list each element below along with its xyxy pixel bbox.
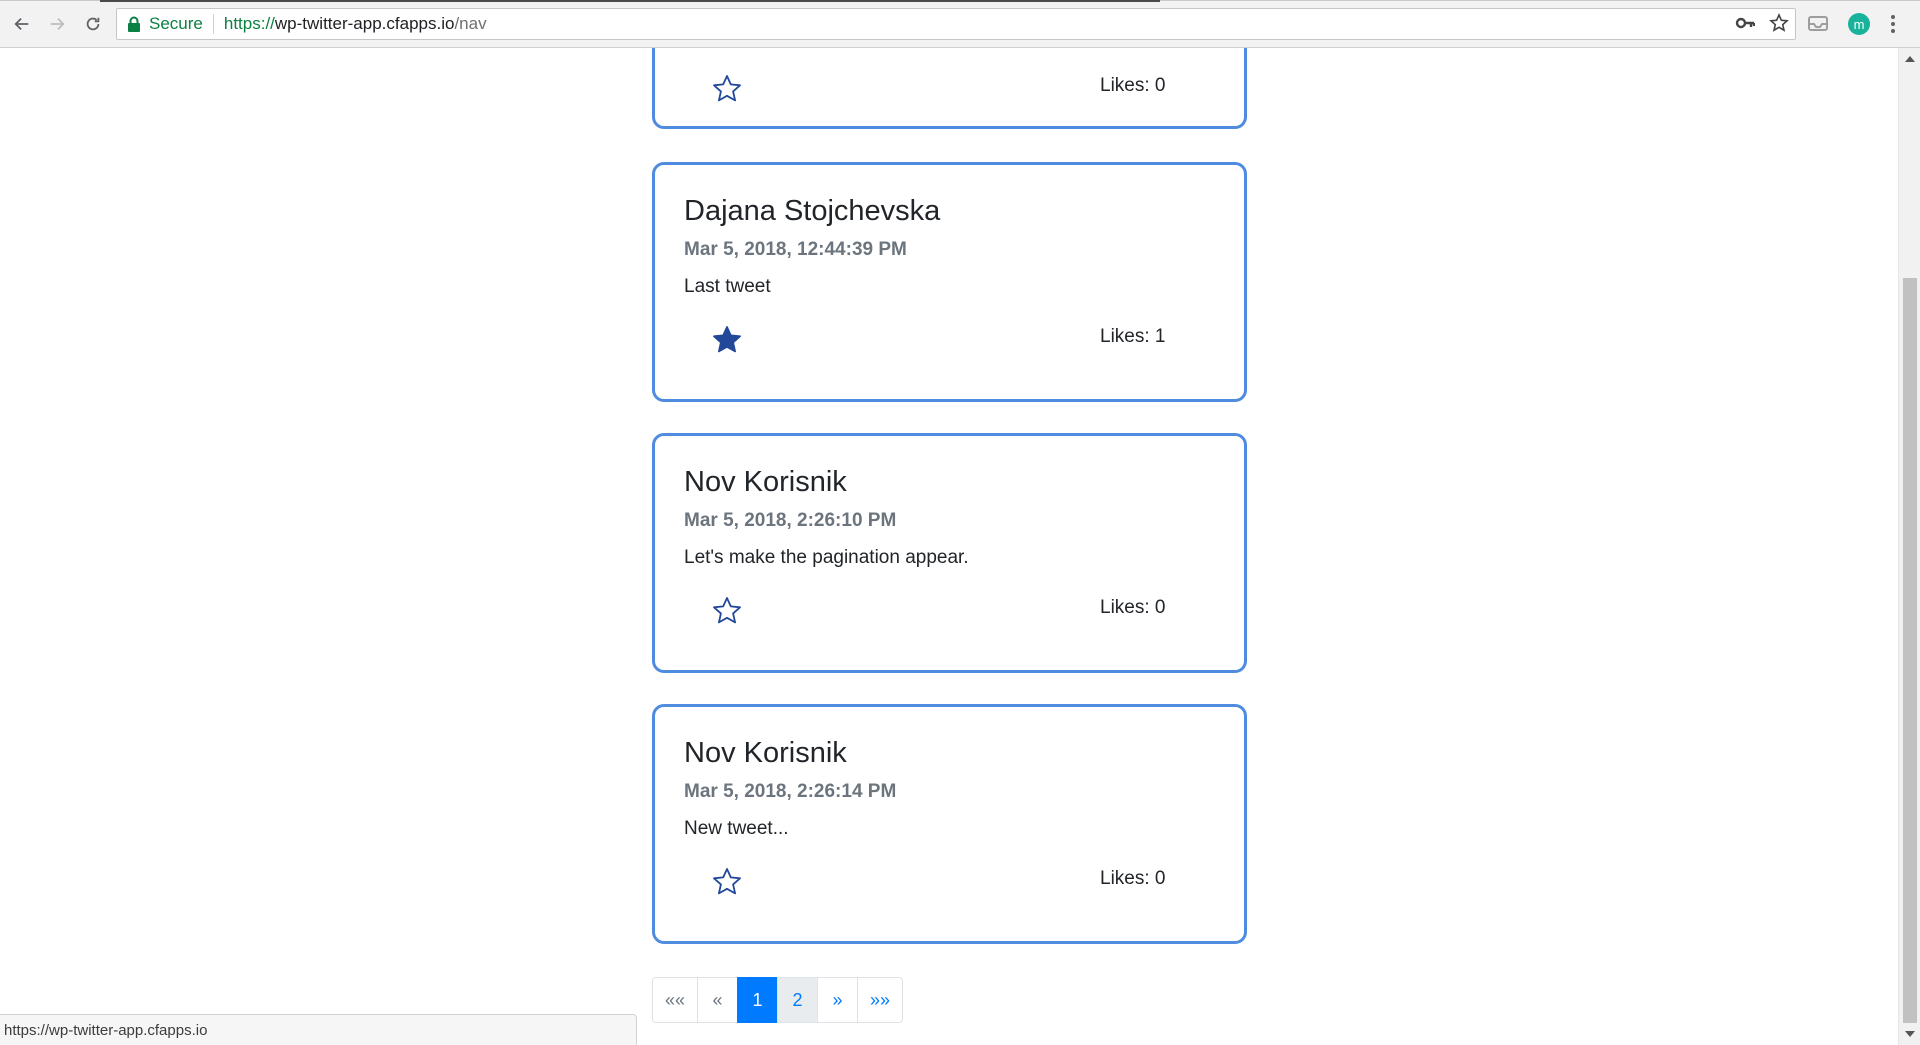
star-filled-icon[interactable] — [711, 324, 743, 356]
scroll-down-arrow-icon[interactable] — [1905, 1031, 1915, 1037]
extension-inbox-icon[interactable] — [1807, 12, 1829, 34]
star-outline-icon[interactable] — [711, 595, 743, 627]
tweet-author: Dajana Stojchevska — [684, 195, 941, 227]
scrollbar-thumb[interactable] — [1903, 278, 1917, 1023]
likes-count: Likes: 1 — [1100, 326, 1166, 347]
tweet-date: Mar 5, 2018, 12:44:39 PM — [684, 239, 907, 260]
star-outline-icon[interactable] — [711, 73, 743, 105]
reload-icon — [86, 17, 100, 31]
browser-toolbar: Secure https://wp-twitter-app.cfapps.io /… — [0, 0, 1920, 48]
tweet-date: Mar 5, 2018, 2:26:14 PM — [684, 781, 897, 802]
back-button[interactable] — [8, 10, 36, 38]
omnibox-separator — [212, 14, 214, 34]
tweet-date: Mar 5, 2018, 2:26:10 PM — [684, 510, 897, 531]
pagination-first[interactable]: «« — [652, 977, 699, 1023]
pagination-page-1[interactable]: 1 — [737, 977, 779, 1023]
tweet-text: New tweet... — [684, 818, 789, 839]
tweet-card: Nov Korisnik Mar 5, 2018, 2:26:14 PM New… — [652, 704, 1247, 944]
page-content: Likes: 0 Dajana Stojchevska Mar 5, 2018,… — [0, 48, 1898, 1045]
forward-arrow-icon — [50, 17, 65, 31]
active-tab-indicator — [100, 0, 1160, 2]
reload-button[interactable] — [79, 10, 107, 38]
url-path: /nav — [454, 14, 487, 33]
pagination-page-2[interactable]: 2 — [777, 977, 819, 1023]
tweet-card: Likes: 0 — [652, 48, 1247, 129]
scroll-up-arrow-icon[interactable] — [1905, 56, 1915, 62]
bookmark-star-icon[interactable] — [1769, 13, 1789, 33]
secure-label: Secure — [149, 14, 203, 33]
pagination-next[interactable]: » — [817, 977, 859, 1023]
url-protocol: https:// — [223, 14, 275, 33]
key-icon[interactable] — [1735, 13, 1755, 33]
profile-avatar[interactable]: m — [1848, 13, 1870, 35]
pagination-prev[interactable]: « — [697, 977, 739, 1023]
tweet-card: Dajana Stojchevska Mar 5, 2018, 12:44:39… — [652, 162, 1247, 402]
vertical-scrollbar[interactable] — [1898, 48, 1920, 1045]
tab-strip-edge — [0, 0, 1920, 2]
back-arrow-icon — [14, 17, 29, 31]
tweet-author: Nov Korisnik — [684, 737, 847, 769]
more-vert-icon[interactable] — [1889, 13, 1897, 35]
url-host: wp-twitter-app.cfapps.io — [274, 14, 455, 33]
tweet-text: Let's make the pagination appear. — [684, 547, 969, 568]
star-outline-icon[interactable] — [711, 866, 743, 898]
omnibox-actions — [1735, 13, 1789, 33]
likes-count: Likes: 0 — [1100, 597, 1166, 618]
pagination: «« « 1 2 » »» — [652, 977, 904, 1023]
lock-icon — [128, 16, 140, 32]
likes-count: Likes: 0 — [1100, 868, 1166, 889]
pagination-last[interactable]: »» — [857, 977, 904, 1023]
tweet-text: Last tweet — [684, 276, 771, 297]
address-bar[interactable]: Secure https://wp-twitter-app.cfapps.io /… — [116, 8, 1796, 40]
likes-count: Likes: 0 — [1100, 75, 1166, 96]
tweet-card: Nov Korisnik Mar 5, 2018, 2:26:10 PM Let… — [652, 433, 1247, 673]
forward-button[interactable] — [43, 10, 71, 38]
link-status-bar: https://wp-twitter-app.cfapps.io — [0, 1014, 637, 1045]
tweet-author: Nov Korisnik — [684, 466, 847, 498]
